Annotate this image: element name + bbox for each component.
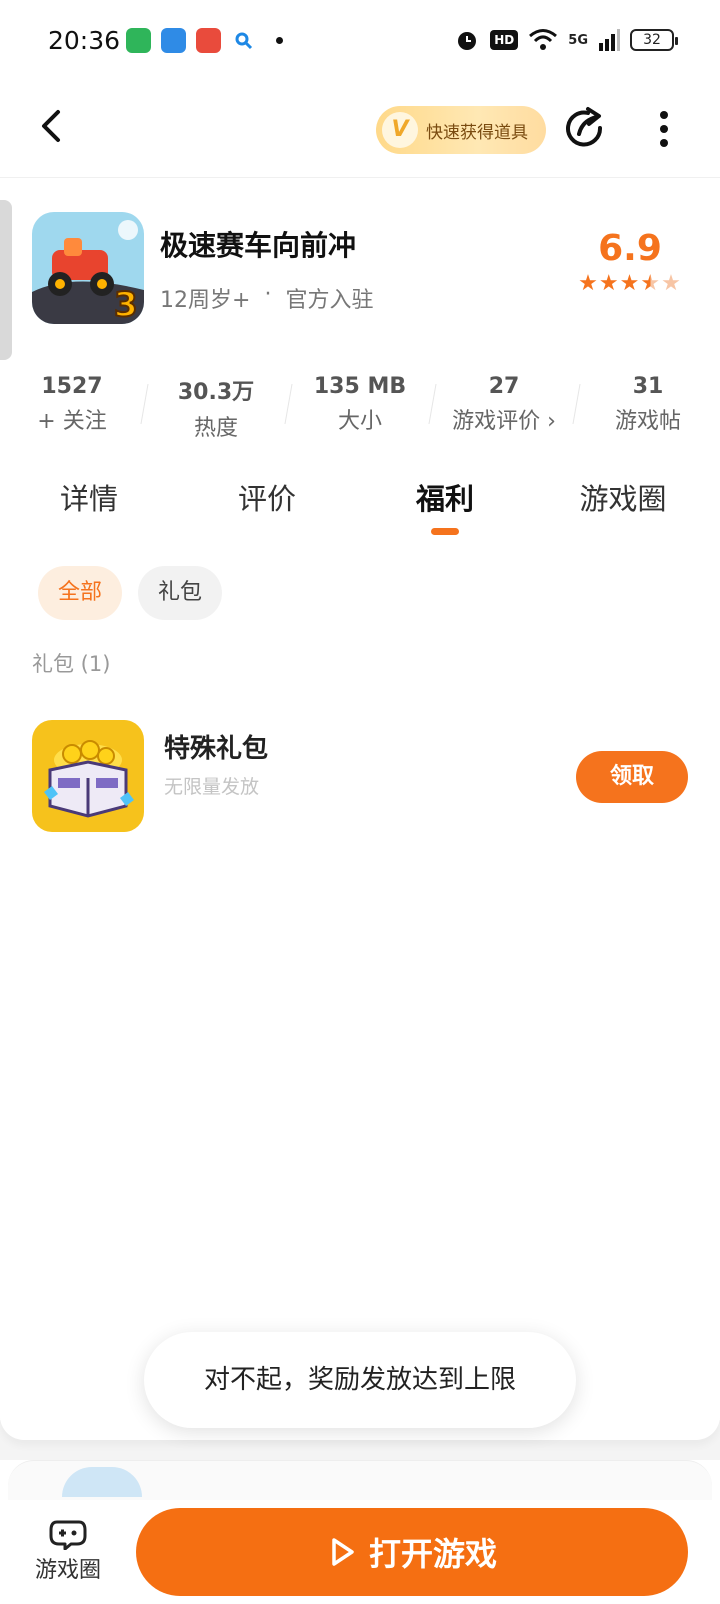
star-icon: ★ <box>619 271 641 296</box>
video-notification-icon <box>196 28 221 53</box>
battery-icon: 32 <box>630 29 678 51</box>
star-icon: ★ <box>578 271 599 296</box>
stat-value: 27 <box>488 374 520 399</box>
wifi-icon <box>529 29 558 50</box>
open-game-button[interactable]: 打开游戏 <box>136 1508 688 1596</box>
more-vertical-icon <box>660 111 668 147</box>
chip-gift-pack[interactable]: 礼包 <box>138 566 223 620</box>
filter-chips: 全部 礼包 <box>38 566 223 620</box>
tab-benefits[interactable]: 福利 <box>356 476 534 540</box>
stat-value: 1527 <box>41 374 103 399</box>
browser-notification-icon <box>161 28 186 53</box>
star-empty-icon: ★ <box>661 271 682 296</box>
reviews-link[interactable]: 游戏评价 › <box>432 403 576 435</box>
game-meta: 12周岁+ · 官方入驻 <box>160 282 373 314</box>
app-notification-icon <box>126 28 151 53</box>
top-toolbar: V 快速获得道具 <box>0 82 720 178</box>
game-circle-label: 游戏圈 <box>34 1558 101 1583</box>
more-options-button[interactable] <box>652 104 676 154</box>
stat-value: 31 <box>632 374 664 399</box>
chevron-left-icon <box>42 110 60 142</box>
tab-details[interactable]: 详情 <box>0 476 178 540</box>
stat-label: 热度 <box>193 416 238 441</box>
stat-posts[interactable]: 31 游戏帖 <box>576 374 720 434</box>
tab-bar: 详情 评价 福利 游戏圈 <box>0 476 720 540</box>
svg-text:3: 3 <box>114 285 138 324</box>
tab-label: 福利 <box>415 482 474 516</box>
gift-subtitle: 无限量发放 <box>164 776 260 798</box>
game-icon: 3 <box>32 212 144 324</box>
rating-stars: ★★★★★ <box>570 271 690 296</box>
status-bar: 20:36 HD 5G 32 <box>0 0 720 82</box>
section-label: 礼包 (1) <box>32 652 111 676</box>
system-icons: HD 5G 32 <box>454 27 678 53</box>
active-tab-indicator <box>431 528 459 535</box>
game-title: 极速赛车向前冲 <box>160 229 357 262</box>
gamepad-icon <box>49 1518 87 1551</box>
alarm-icon <box>458 32 477 50</box>
game-circle-entry[interactable]: 游戏圈 <box>28 1518 108 1584</box>
status-time: 20:36 <box>48 26 121 55</box>
network-type: 5G <box>568 32 588 48</box>
follow-button[interactable]: + 关注 <box>0 403 144 435</box>
stat-value: 135 MB <box>313 374 407 399</box>
share-button[interactable] <box>562 106 608 152</box>
quick-get-items-button[interactable]: V 快速获得道具 <box>376 106 546 154</box>
hd-icon: HD <box>490 30 519 50</box>
age-rating: 12周岁+ <box>160 288 251 313</box>
signal-icon <box>599 29 620 51</box>
stat-label: 游戏帖 <box>614 409 681 434</box>
gift-title: 特殊礼包 <box>164 734 269 764</box>
vip-v-icon: V <box>382 112 418 148</box>
stat-value: 30.3万 <box>177 380 255 405</box>
bottom-bar: 游戏圈 打开游戏 <box>0 1500 720 1604</box>
quick-get-items-label: 快速获得道具 <box>426 122 528 143</box>
stats-row: 1527 + 关注 30.3万 热度 135 MB 大小 27 游戏评价 › 3… <box>0 374 720 441</box>
search-notification-icon <box>231 28 256 53</box>
chip-all[interactable]: 全部 <box>38 566 123 620</box>
rating-score: 6.9 <box>598 228 662 269</box>
next-card-avatar <box>62 1467 142 1497</box>
stat-size: 135 MB 大小 <box>288 374 432 434</box>
official-badge: 官方入驻 <box>285 288 374 313</box>
share-icon <box>566 107 603 147</box>
gift-pack-icon <box>32 720 144 832</box>
tab-game-circle[interactable]: 游戏圈 <box>534 476 712 540</box>
claim-button[interactable]: 领取 <box>576 751 688 803</box>
notification-icons <box>126 28 283 53</box>
open-game-label: 打开游戏 <box>368 1535 497 1573</box>
more-notifications-dot <box>276 37 283 44</box>
tab-reviews[interactable]: 评价 <box>178 476 356 540</box>
meta-separator: · <box>264 282 272 307</box>
star-icon: ★ <box>598 271 620 296</box>
stat-follow[interactable]: 1527 + 关注 <box>0 374 144 434</box>
stat-label: 大小 <box>337 409 382 434</box>
play-icon <box>332 1538 354 1566</box>
star-half-icon: ★ <box>640 271 662 296</box>
back-button[interactable] <box>30 104 74 148</box>
rating-summary: 6.9 ★★★★★ <box>570 228 690 296</box>
stat-heat: 30.3万 热度 <box>144 374 288 441</box>
side-drag-handle[interactable] <box>0 200 12 360</box>
toast-message: 对不起，奖励发放达到上限 <box>144 1332 576 1428</box>
stat-reviews[interactable]: 27 游戏评价 › <box>432 374 576 434</box>
